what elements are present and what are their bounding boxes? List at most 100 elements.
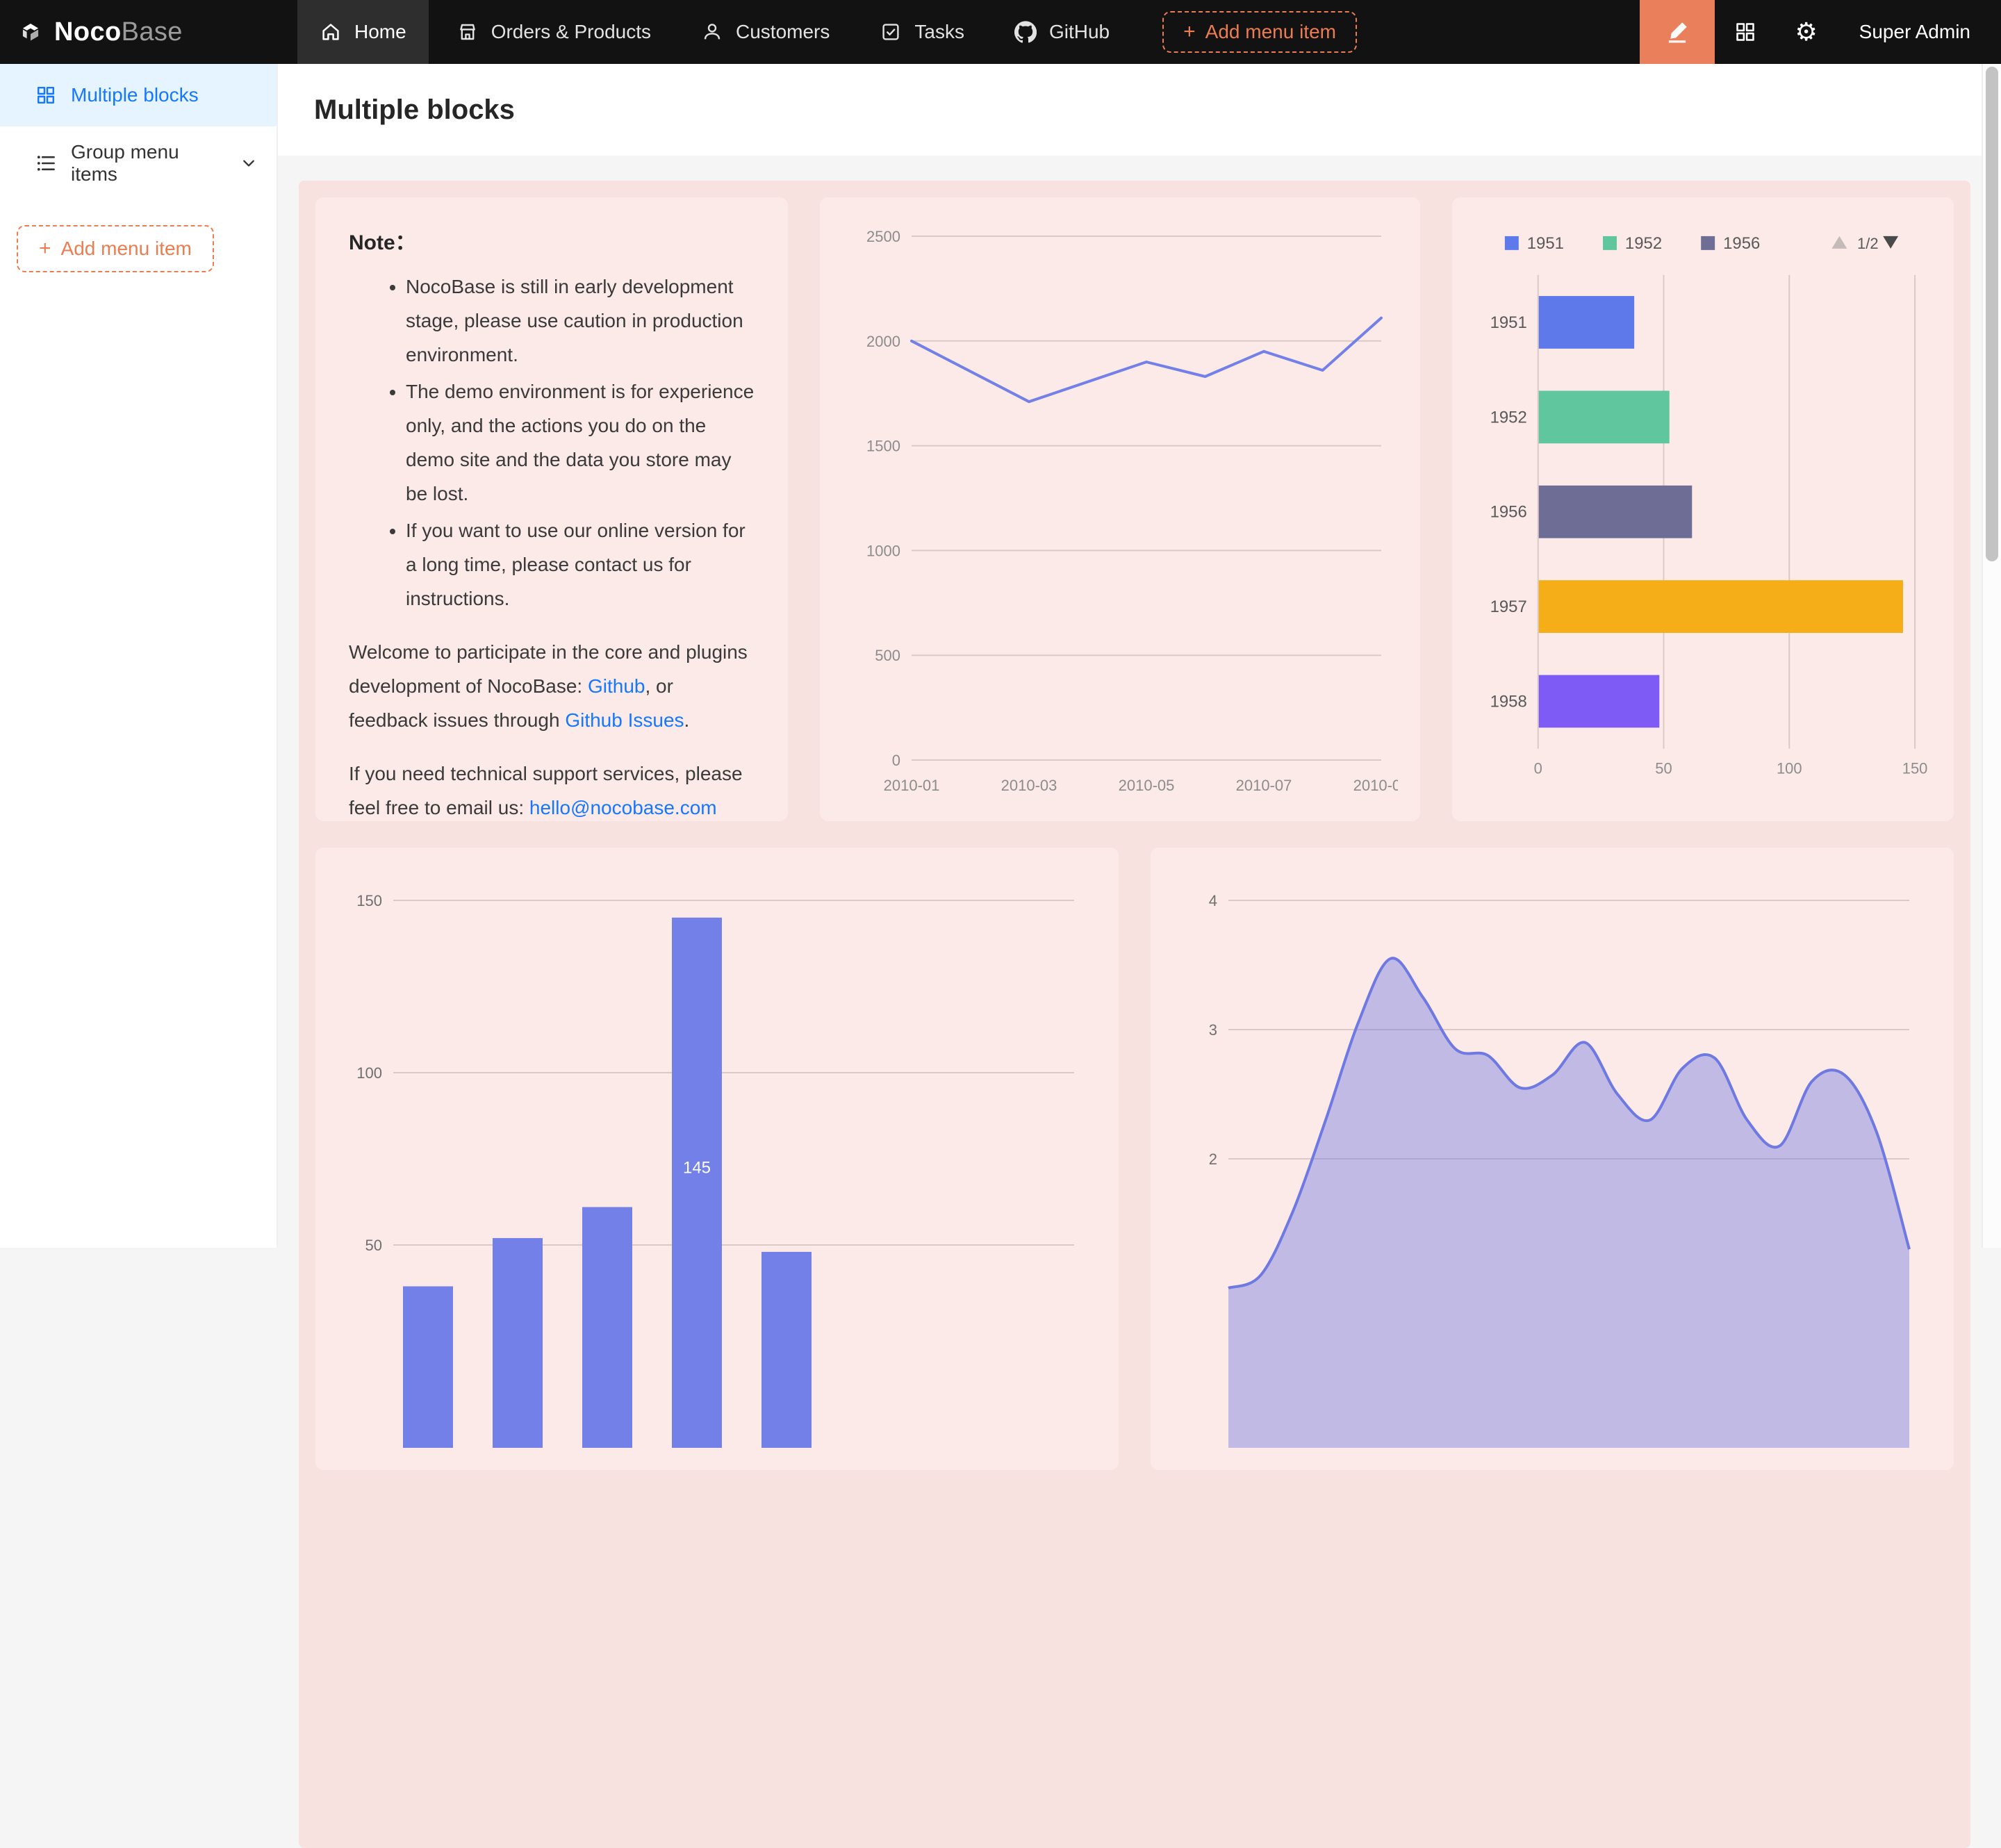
blocks-canvas: Note： NocoBase is still in early develop… (299, 181, 1970, 1848)
note-title: Note： (349, 225, 755, 256)
home-icon (320, 21, 342, 43)
scrollbar-thumb[interactable] (1986, 67, 1998, 561)
svg-text:50: 50 (365, 1237, 382, 1254)
svg-text:4: 4 (1209, 892, 1217, 909)
ui-editor-button[interactable] (1640, 0, 1715, 64)
svg-text:0: 0 (892, 752, 900, 769)
checkbox-icon (880, 21, 902, 43)
note-link[interactable]: Github (588, 675, 645, 697)
nav-item-label: Orders & Products (491, 21, 651, 43)
note-bullet: The demo environment is for experience o… (406, 374, 755, 511)
main-area: Multiple blocks Note： NocoBase is still … (278, 64, 2001, 1248)
sidebar-add-menu-item-button[interactable]: + Add menu item (17, 225, 214, 272)
grid-icon (1734, 20, 1757, 44)
sidebar-item-label: Group menu items (71, 141, 218, 185)
plus-icon: + (1183, 22, 1196, 42)
nav-item-home[interactable]: Home (297, 0, 429, 64)
highlighter-icon (1665, 19, 1690, 44)
plus-icon: + (39, 238, 51, 259)
note-bullet: If you want to use our online version fo… (406, 513, 755, 616)
svg-text:1951: 1951 (1490, 313, 1527, 332)
list-icon (35, 152, 57, 174)
plugin-manager-button[interactable] (1715, 0, 1776, 64)
note-text: Welcome to participate in the core and p… (349, 641, 748, 697)
svg-text:100: 100 (356, 1064, 382, 1082)
svg-text:1951: 1951 (1527, 234, 1564, 253)
nav-item-label: Tasks (914, 21, 964, 43)
brand-name: NocoBase (54, 17, 183, 47)
sidebar-add-label: Add menu item (61, 238, 192, 260)
svg-text:100: 100 (1777, 760, 1802, 777)
line-chart-block: 0 500 1000 1500 2000 2500 2010-01 2010-03 2010-0… (820, 197, 1420, 821)
svg-text:500: 500 (875, 647, 900, 664)
svg-text:3: 3 (1209, 1021, 1217, 1039)
svg-text:150: 150 (356, 892, 382, 909)
line-chart: 0 500 1000 1500 2000 2500 2010-01 2010-03 2010-0… (842, 220, 1398, 799)
note-bullet: NocoBase is still in early development s… (406, 270, 755, 372)
nav-item-label: GitHub (1049, 21, 1110, 43)
blocks-row-1: Note： NocoBase is still in early develop… (315, 197, 1954, 821)
main-menu: Home Orders & Products Customers Tasks G… (278, 0, 1640, 64)
blocks-icon (35, 84, 57, 106)
area-chart: 4 3 2 (1173, 870, 1932, 1448)
horizontal-bar-chart: 1951195219561/20501001501951195219561957… (1474, 220, 1932, 799)
svg-text:2010-07: 2010-07 (1236, 777, 1292, 794)
brand[interactable]: NocoBase (0, 0, 278, 64)
content-area: Note： NocoBase is still in early develop… (278, 156, 2001, 1248)
note-paragraph: Welcome to participate in the core and p… (349, 635, 755, 737)
svg-text:1952: 1952 (1625, 234, 1662, 253)
svg-text:150: 150 (1902, 760, 1928, 777)
svg-text:1500: 1500 (866, 438, 900, 455)
page-title: Multiple blocks (314, 94, 515, 126)
scrollbar[interactable] (1982, 64, 2001, 1248)
note-link[interactable]: hello@nocobase.com (529, 797, 717, 818)
user-icon (701, 21, 723, 43)
column-chart: 150 100 50 145 (338, 870, 1096, 1448)
nav-add-label: Add menu item (1205, 21, 1336, 43)
svg-text:2010-03: 2010-03 (1001, 777, 1057, 794)
svg-text:1956: 1956 (1723, 234, 1760, 253)
svg-text:2500: 2500 (866, 228, 900, 245)
svg-text:2010-01: 2010-01 (884, 777, 940, 794)
nav-item-tasks[interactable]: Tasks (857, 0, 987, 64)
user-menu[interactable]: Super Admin (1837, 21, 2001, 43)
note-paragraphs: Welcome to participate in the core and p… (349, 635, 755, 821)
bar-chart-block: 1951195219561/20501001501951195219561957… (1452, 197, 1954, 821)
svg-text:2: 2 (1209, 1150, 1217, 1168)
navbar-right: ⚙ Super Admin (1640, 0, 2001, 64)
svg-text:1/2: 1/2 (1857, 235, 1878, 252)
github-icon (1014, 21, 1037, 43)
area-chart-block: 4 3 2 (1151, 848, 1954, 1470)
svg-text:1957: 1957 (1490, 597, 1527, 616)
brand-bold: Noco (54, 17, 122, 47)
svg-text:2010-09: 2010-09 (1353, 777, 1398, 794)
sidebar-item-group-menu-items[interactable]: Group menu items (0, 132, 277, 195)
nav-item-github[interactable]: GitHub (992, 0, 1132, 64)
svg-text:2010-05: 2010-05 (1119, 777, 1175, 794)
sidebar: Multiple blocks Group menu items + Add m… (0, 64, 278, 1248)
note-text: . (684, 709, 690, 731)
nav-item-customers[interactable]: Customers (679, 0, 852, 64)
shop-icon (456, 21, 479, 43)
svg-text:145: 145 (683, 1158, 711, 1177)
nav-item-orders-products[interactable]: Orders & Products (434, 0, 673, 64)
svg-text:1956: 1956 (1490, 503, 1527, 522)
svg-text:1958: 1958 (1490, 692, 1527, 711)
column-chart-block: 150 100 50 145 (315, 848, 1119, 1470)
system-settings-button[interactable]: ⚙ (1776, 0, 1837, 64)
nocobase-logo-icon (19, 21, 42, 43)
nav-add-menu-item-button[interactable]: + Add menu item (1162, 11, 1357, 53)
svg-text:1000: 1000 (866, 542, 900, 559)
nav-item-label: Home (354, 21, 406, 43)
note-paragraph: If you need technical support services, … (349, 757, 755, 821)
page-header: Multiple blocks (278, 64, 2001, 156)
gear-icon: ⚙ (1795, 19, 1818, 44)
brand-light: Base (122, 17, 183, 47)
chevron-down-icon (240, 155, 257, 172)
svg-text:2000: 2000 (866, 333, 900, 350)
sidebar-item-multiple-blocks[interactable]: Multiple blocks (0, 64, 277, 126)
svg-text:50: 50 (1655, 760, 1672, 777)
note-link[interactable]: Github Issues (565, 709, 684, 731)
markdown-note-block: Note： NocoBase is still in early develop… (315, 197, 788, 821)
note-bullet-list: NocoBase is still in early development s… (349, 270, 755, 616)
